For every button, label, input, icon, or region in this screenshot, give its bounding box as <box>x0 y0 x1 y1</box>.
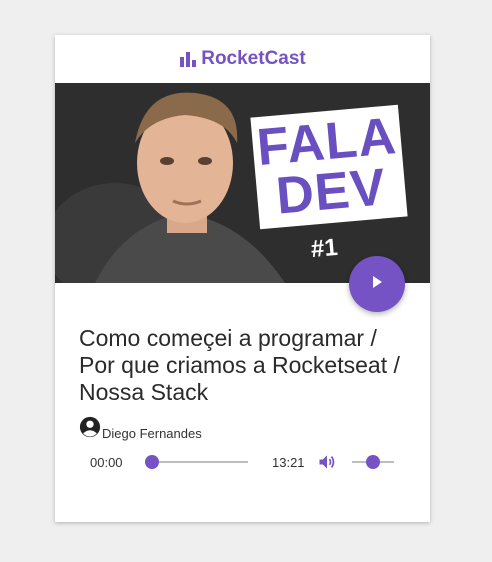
show-title-line2: DEV <box>273 158 389 226</box>
podcast-card: RocketCast FALA DEV #1 Como começei a pr… <box>55 35 430 522</box>
episode-thumbnail: FALA DEV #1 <box>55 83 430 283</box>
progress-knob[interactable] <box>145 455 159 469</box>
bar-chart-icon <box>179 51 197 67</box>
current-time: 00:00 <box>90 455 123 470</box>
author-name: Diego Fernandes <box>102 426 202 441</box>
play-button[interactable] <box>349 256 405 312</box>
play-icon <box>370 275 384 294</box>
episode-number-tag: #1 <box>309 233 339 264</box>
account-circle-icon <box>79 416 102 441</box>
volume-up-icon[interactable] <box>317 452 337 477</box>
volume-knob[interactable] <box>366 455 380 469</box>
episode-author: Diego Fernandes <box>79 416 202 441</box>
episode-title: Como começei a programar / Por que criam… <box>79 325 400 405</box>
audio-player: 00:00 13:21 <box>90 451 400 473</box>
show-title-card: FALA DEV <box>250 104 408 230</box>
brand-name: RocketCast <box>201 48 306 69</box>
app-header: RocketCast <box>55 35 430 83</box>
duration: 13:21 <box>272 455 305 470</box>
progress-slider[interactable] <box>152 461 248 463</box>
